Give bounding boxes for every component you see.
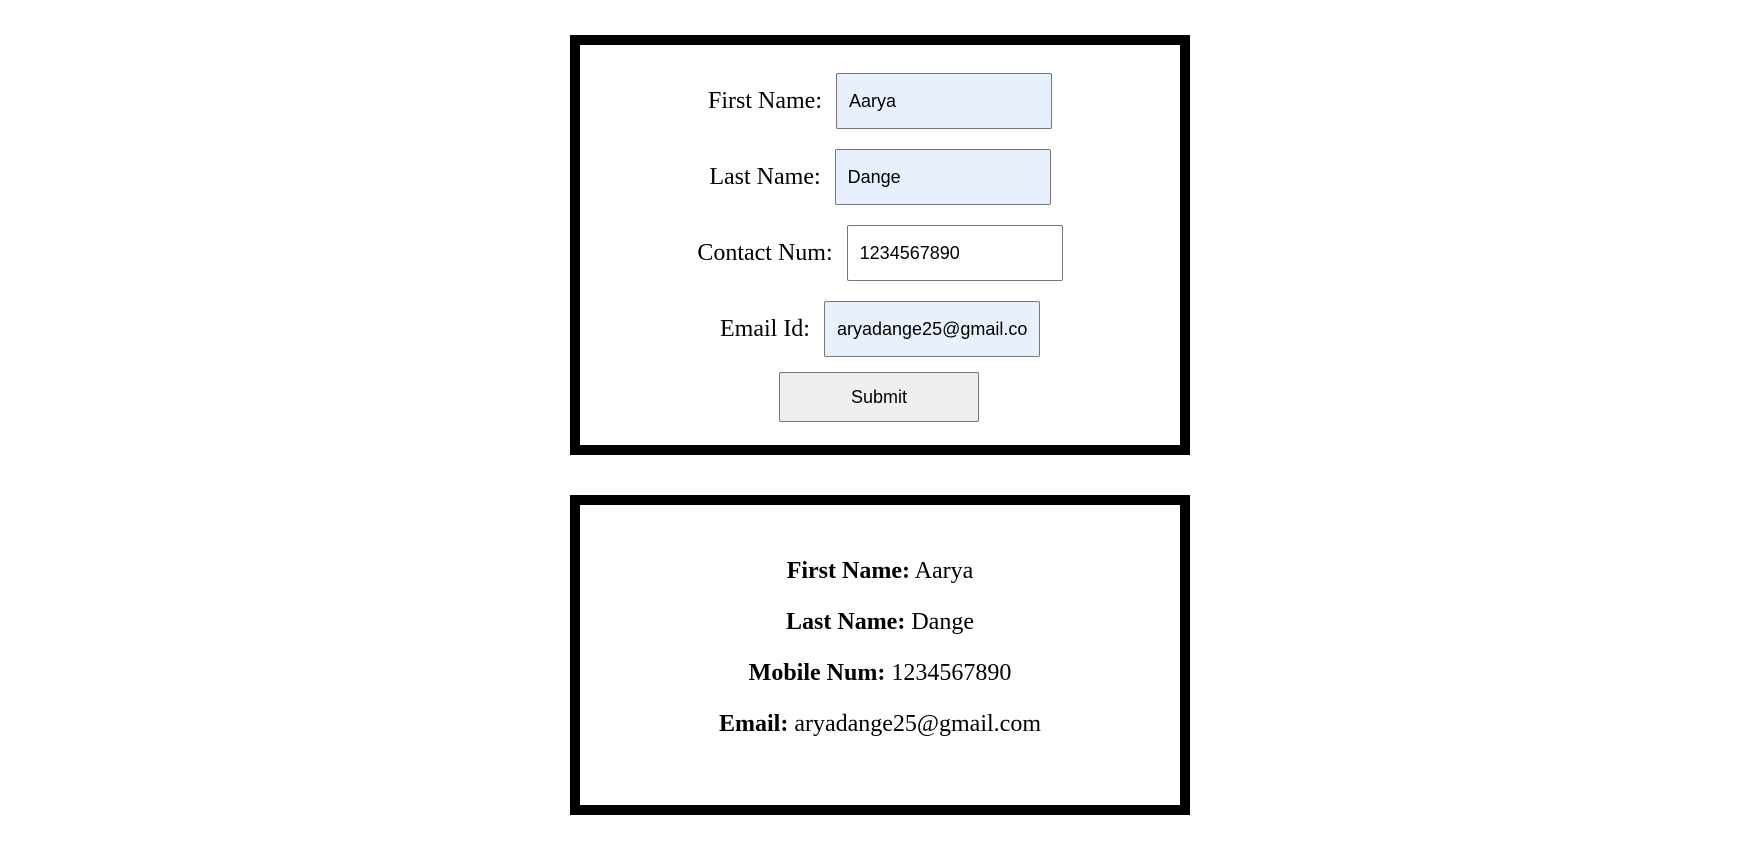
- result-email-label: Email:: [718, 711, 789, 737]
- email-id-input[interactable]: [823, 301, 1040, 357]
- first-name-label: First Name:: [708, 87, 822, 114]
- result-mobile-num-label: Mobile Num:: [748, 660, 886, 686]
- first-name-input[interactable]: [836, 73, 1052, 129]
- result-last-name-value: Dange: [911, 609, 974, 635]
- email-id-row: Email Id:: [580, 301, 1180, 357]
- contact-num-row: Contact Num:: [580, 225, 1180, 281]
- contact-num-input[interactable]: [846, 225, 1063, 281]
- result-first-name-value: Aarya: [914, 558, 974, 584]
- result-last-name-label: Last Name:: [786, 609, 906, 635]
- result-first-name-label: First Name:: [786, 558, 910, 584]
- last-name-label: Last Name:: [709, 163, 821, 190]
- submit-button[interactable]: Submit: [779, 372, 979, 422]
- last-name-input[interactable]: [834, 149, 1051, 205]
- result-first-name: First Name: Aarya: [580, 558, 1180, 585]
- registration-form: First Name: Last Name: Contact Num: Emai…: [570, 35, 1190, 455]
- result-email: Email: aryadange25@gmail.com: [580, 711, 1180, 738]
- result-mobile-num: Mobile Num: 1234567890: [580, 660, 1180, 687]
- last-name-row: Last Name:: [580, 149, 1180, 205]
- result-email-value: aryadange25@gmail.com: [794, 711, 1041, 737]
- contact-num-label: Contact Num:: [697, 239, 833, 266]
- first-name-row: First Name:: [580, 73, 1180, 129]
- result-mobile-num-value: 1234567890: [891, 660, 1012, 686]
- email-id-label: Email Id:: [720, 315, 810, 342]
- result-last-name: Last Name: Dange: [580, 609, 1180, 636]
- submitted-details-box: First Name: Aarya Last Name: Dange Mobil…: [570, 495, 1190, 815]
